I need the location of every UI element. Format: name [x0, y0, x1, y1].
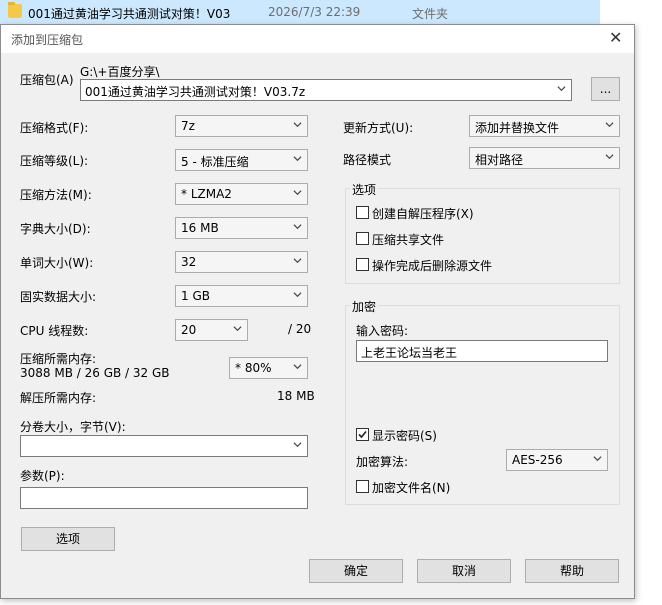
dialog-title: 添加到压缩包	[11, 33, 84, 47]
cancel-button[interactable]: 取消	[417, 559, 511, 583]
shared-label: 压缩共享文件	[372, 233, 445, 247]
threads-total: / 20	[288, 322, 312, 336]
threads-value: 20	[181, 323, 197, 337]
word-value: 32	[181, 255, 197, 269]
solid-select[interactable]: 1 GB	[175, 285, 308, 307]
word-label: 单词大小(W):	[20, 256, 94, 270]
enc-method-value: AES-256	[512, 453, 563, 467]
show-password-checkbox[interactable]	[356, 428, 369, 441]
encrypt-names-label: 加密文件名(N)	[372, 481, 451, 495]
dialog-titlebar: 添加到压缩包 ✕	[1, 25, 634, 53]
delete-label: 操作完成后删除源文件	[372, 259, 493, 273]
password-input[interactable]: 上老王论坛当老王	[356, 340, 608, 362]
dict-select[interactable]: 16 MB	[175, 217, 308, 239]
password-value: 上老王论坛当老王	[361, 346, 458, 360]
level-select[interactable]: 5 - 标准压缩	[175, 149, 308, 171]
sfx-label: 创建自解压程序(X)	[372, 207, 474, 221]
explorer-file-row[interactable]: 001通过黄油学习共通测试对策！V03 2026/7/3 22:39 文件夹	[0, 0, 600, 24]
path-value: 相对路径	[475, 153, 524, 167]
chevron-down-icon	[593, 456, 602, 462]
solid-value: 1 GB	[181, 289, 210, 303]
shared-checkbox[interactable]	[356, 232, 369, 245]
file-date: 2026/7/3 22:39	[268, 5, 361, 19]
dict-value: 16 MB	[181, 221, 219, 235]
mem-value: 3088 MB / 26 GB / 32 GB	[20, 366, 170, 380]
method-label: 压缩方法(M):	[20, 188, 92, 202]
options-group-title: 选项	[350, 181, 379, 198]
mem-percent-select[interactable]: * 80%	[229, 357, 308, 379]
level-label: 压缩等级(L):	[20, 154, 89, 168]
chevron-down-icon	[605, 122, 614, 128]
show-password-label: 显示密码(S)	[372, 429, 437, 443]
update-value: 添加并替换文件	[475, 121, 560, 135]
encrypt-group-title: 加密	[350, 298, 379, 315]
archive-name: 001通过黄油学习共通测试对策！V03.7z	[85, 85, 306, 99]
chevron-down-icon	[293, 258, 302, 264]
password-label: 输入密码:	[356, 324, 409, 338]
chevron-down-icon	[293, 156, 302, 162]
params-input[interactable]	[20, 487, 308, 509]
close-icon[interactable]: ✕	[609, 28, 622, 47]
level-value: 5 - 标准压缩	[181, 155, 249, 169]
format-label: 压缩格式(F):	[20, 121, 89, 135]
delete-checkbox[interactable]	[356, 258, 369, 271]
dict-label: 字典大小(D):	[20, 222, 91, 236]
method-select[interactable]: * LZMA2	[175, 183, 308, 205]
file-type: 文件夹	[412, 7, 449, 21]
format-value: 7z	[181, 119, 195, 133]
ok-button[interactable]: 确定	[309, 559, 403, 583]
checkmark-icon	[358, 430, 367, 439]
help-button[interactable]: 帮助	[525, 559, 619, 583]
decomp-value: 18 MB	[277, 389, 315, 403]
chevron-down-icon	[293, 224, 302, 230]
path-label: 路径模式	[343, 153, 392, 167]
folder-icon	[8, 2, 22, 18]
update-label: 更新方式(U):	[343, 121, 414, 135]
threads-select[interactable]: 20	[175, 319, 248, 341]
params-label: 参数(P):	[20, 469, 65, 483]
chevron-down-icon	[293, 292, 302, 298]
mem-percent: * 80%	[235, 361, 272, 375]
chevron-down-icon	[293, 190, 302, 196]
volume-combo[interactable]	[20, 435, 308, 457]
volume-label: 分卷大小，字节(V):	[20, 420, 126, 434]
chevron-down-icon	[293, 442, 302, 448]
options-button[interactable]: 选项	[21, 527, 115, 551]
word-select[interactable]: 32	[175, 251, 308, 273]
format-select[interactable]: 7z	[175, 115, 308, 137]
browse-button[interactable]: ...	[591, 77, 620, 101]
enc-method-select[interactable]: AES-256	[506, 449, 608, 471]
solid-label: 固实数据大小:	[20, 290, 97, 304]
chevron-down-icon	[557, 86, 566, 92]
chevron-down-icon	[233, 326, 242, 332]
path-select[interactable]: 相对路径	[469, 147, 620, 169]
sfx-checkbox[interactable]	[356, 206, 369, 219]
chevron-down-icon	[293, 122, 302, 128]
archive-label: 压缩包(A)	[20, 73, 74, 87]
encrypt-names-checkbox[interactable]	[356, 480, 369, 493]
file-name: 001通过黄油学习共通测试对策！V03	[28, 7, 231, 21]
mem-label: 压缩所需内存:	[20, 352, 97, 366]
archive-name-combo[interactable]: 001通过黄油学习共通测试对策！V03.7z	[80, 79, 572, 101]
chevron-down-icon	[293, 364, 302, 370]
archive-path: G:\+百度分享\	[80, 65, 160, 79]
decomp-label: 解压所需内存:	[20, 391, 97, 405]
chevron-down-icon	[605, 154, 614, 160]
method-value: * LZMA2	[181, 187, 232, 201]
update-select[interactable]: 添加并替换文件	[469, 115, 620, 137]
threads-label: CPU 线程数:	[20, 324, 89, 338]
enc-method-label: 加密算法:	[356, 455, 409, 469]
